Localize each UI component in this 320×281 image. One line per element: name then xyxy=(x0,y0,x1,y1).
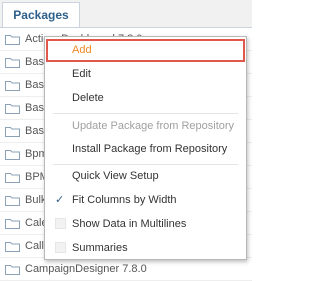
menu-item-label: Delete xyxy=(72,92,104,104)
menu-separator xyxy=(53,113,238,114)
menu-item-fit-columns-by-width[interactable]: ✓ Fit Columns by Width xyxy=(45,189,246,211)
package-name: Call xyxy=(25,240,44,252)
menu-item-quick-view-setup[interactable]: Quick View Setup xyxy=(45,165,246,187)
folder-icon xyxy=(5,150,20,160)
folder-icon xyxy=(5,58,20,68)
tab-packages[interactable]: Packages xyxy=(2,2,80,27)
context-menu: Add Edit Delete Update Package from Repo… xyxy=(44,36,247,260)
folder-icon xyxy=(5,81,20,91)
checkbox-unchecked-icon xyxy=(55,242,66,253)
folder-icon xyxy=(5,127,20,137)
menu-item-summaries[interactable]: Summaries xyxy=(45,237,246,259)
folder-icon xyxy=(5,219,20,229)
menu-item-label: Summaries xyxy=(72,242,128,254)
menu-item-label: Quick View Setup xyxy=(72,170,159,182)
menu-item-label: Update Package from Repository xyxy=(72,120,235,132)
menu-item-label: Add xyxy=(72,44,92,56)
menu-item-edit[interactable]: Edit xyxy=(45,63,246,85)
package-name: CampaignDesigner 7.8.0 xyxy=(25,263,147,275)
menu-item-label: Install Package from Repository xyxy=(72,143,228,155)
folder-icon xyxy=(5,196,20,206)
checkmark-icon: ✓ xyxy=(55,194,65,206)
menu-item-label: Fit Columns by Width xyxy=(72,194,177,206)
folder-icon xyxy=(5,242,20,252)
folder-icon xyxy=(5,265,20,275)
menu-item-delete[interactable]: Delete xyxy=(45,87,246,109)
menu-item-add[interactable]: Add xyxy=(46,39,245,62)
menu-item-label: Show Data in Multilines xyxy=(72,218,187,230)
list-item[interactable]: CampaignDesigner 7.8.0 xyxy=(0,258,252,281)
folder-icon xyxy=(5,35,20,45)
menu-item-label: Edit xyxy=(72,68,91,80)
checkbox-unchecked-icon xyxy=(55,218,66,229)
tab-bar: Packages xyxy=(0,0,252,28)
menu-item-install-from-repository[interactable]: Install Package from Repository xyxy=(45,138,246,160)
folder-icon xyxy=(5,173,20,183)
menu-item-show-data-in-multilines[interactable]: Show Data in Multilines xyxy=(45,213,246,235)
folder-icon xyxy=(5,104,20,114)
menu-item-update-from-repository[interactable]: Update Package from Repository xyxy=(45,115,246,137)
